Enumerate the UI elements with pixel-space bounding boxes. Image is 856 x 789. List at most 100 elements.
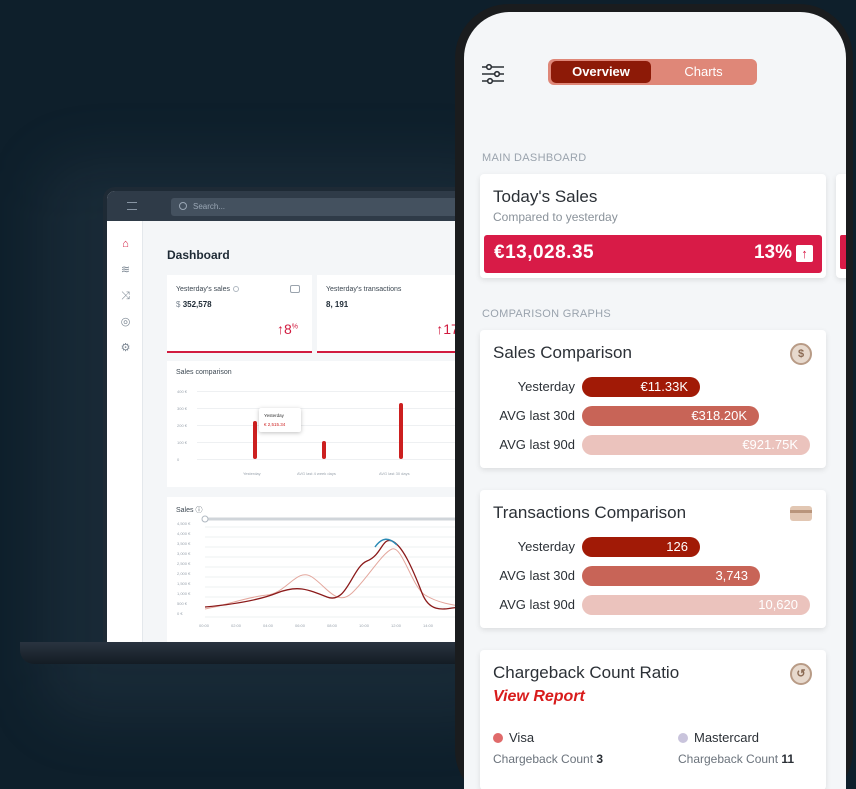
y-tick: 4,500 € xyxy=(177,521,191,526)
x-tick: 12:00 xyxy=(391,623,402,628)
search-icon xyxy=(179,202,187,210)
y-tick: 3,000 € xyxy=(177,551,191,556)
card-title: Today's Sales xyxy=(493,187,598,206)
section-label-main: MAIN DASHBOARD xyxy=(482,152,587,164)
menu-icon[interactable] xyxy=(127,202,137,210)
x-tick: 06:00 xyxy=(295,623,306,628)
visa-label: Visa xyxy=(509,730,535,745)
kpi-change: ↑8% xyxy=(276,321,298,337)
y-tick: 2,500 € xyxy=(177,561,191,566)
arrow-up-icon: ↑ xyxy=(796,245,813,262)
refund-coin-icon: ↺ xyxy=(790,663,812,685)
view-report-link[interactable]: View Report xyxy=(493,688,585,706)
x-label: AVG last 30 days xyxy=(379,471,410,476)
kpi-label: Yesterday's transactions xyxy=(326,286,402,293)
x-tick: 10:00 xyxy=(359,623,370,628)
bar-avg-30 xyxy=(399,403,403,459)
sales-amount: €13,028.35 xyxy=(494,242,595,263)
tab-overview[interactable]: Overview xyxy=(551,61,651,83)
filter-icon[interactable] xyxy=(481,62,505,86)
y-tick: 0 € xyxy=(177,611,183,616)
row-label: AVG last 90d xyxy=(499,437,575,452)
view-toggle: Overview Charts xyxy=(548,59,757,85)
peek-banner xyxy=(840,235,846,269)
cart-icon xyxy=(290,285,300,293)
card-title: Chargeback Count Ratio xyxy=(493,663,680,682)
sales-change: 13% xyxy=(753,242,792,263)
row-label: AVG last 30d xyxy=(499,568,575,583)
sales-panel: Sales ⓘ 4,500 € 4,000 € 3,500 € 3,000 € … xyxy=(167,497,473,642)
tab-charts[interactable]: Charts xyxy=(652,61,755,83)
sales-line-chart xyxy=(201,515,471,618)
sales-comparison-card[interactable]: Sales Comparison $ Yesterday €11.33K AVG… xyxy=(480,330,826,468)
visa-legend-dot xyxy=(493,733,503,743)
comparison-bar: €11.33K xyxy=(582,377,700,397)
y-tick: 1,000 € xyxy=(177,591,191,596)
grid-line xyxy=(197,459,473,460)
comparison-bar: €318.20K xyxy=(582,406,759,426)
card-title: Transactions Comparison xyxy=(493,503,687,522)
top-bar: Search... xyxy=(107,191,473,221)
x-label: Yesterday xyxy=(243,471,261,476)
y-tick: 0 xyxy=(177,457,180,462)
layers-icon[interactable]: ≋ xyxy=(120,265,131,276)
laptop-main: Dashboard Yesterday's sales $ 352,578 ↑8… xyxy=(143,221,473,642)
comparison-bar: 3,743 xyxy=(582,566,760,586)
x-tick: 02:00 xyxy=(231,623,242,628)
y-tick: 4,000 € xyxy=(177,531,191,536)
dollar-coin-icon: $ xyxy=(790,343,812,365)
phone-screen: Overview Charts MAIN DASHBOARD Today's S… xyxy=(464,12,846,789)
comparison-bar: €921.75K xyxy=(582,435,810,455)
gear-icon[interactable]: ⚙ xyxy=(120,343,131,354)
kpi-label: Yesterday's sales xyxy=(176,286,239,293)
transactions-comparison-card[interactable]: Transactions Comparison Yesterday 126 AV… xyxy=(480,490,826,628)
sidebar: ⌂ ≋ ⤨ ◎ ⚙ xyxy=(107,221,143,642)
card-title: Sales Comparison xyxy=(493,343,632,362)
search-input[interactable]: Search... xyxy=(171,198,473,216)
todays-sales-card[interactable]: Today's Sales Compared to yesterday €13,… xyxy=(480,174,826,278)
grid-line xyxy=(197,391,473,392)
sales-amount-banner: €13,028.35 13% ↑ xyxy=(484,235,822,273)
grid-line xyxy=(197,408,473,409)
credit-card-icon xyxy=(790,506,812,521)
row-label: AVG last 90d xyxy=(499,597,575,612)
x-tick: 00:00 xyxy=(199,623,210,628)
y-tick: 100 € xyxy=(177,440,188,445)
mastercard-chargeback-count: Chargeback Count 11 xyxy=(678,752,795,766)
x-label: AVG last 4 week days xyxy=(297,471,336,476)
grid-line xyxy=(197,425,473,426)
kpi-value: 8, 191 xyxy=(326,300,349,309)
comparison-bar: 126 xyxy=(582,537,700,557)
kpi-value: $ 352,578 xyxy=(176,300,212,309)
chargeback-card: Chargeback Count Ratio ↺ View Report Vis… xyxy=(480,650,826,789)
home-icon[interactable]: ⌂ xyxy=(120,239,131,250)
visa-chargeback-count: Chargeback Count 3 xyxy=(493,752,604,766)
sales-comparison-panel: Sales comparison 400 € 300 € 200 € 100 €… xyxy=(167,361,473,487)
search-placeholder: Search... xyxy=(193,202,226,211)
mastercard-label: Mastercard xyxy=(694,730,760,745)
row-label: Yesterday xyxy=(517,379,575,394)
row-label: AVG last 30d xyxy=(499,408,575,423)
section-label-graphs: COMPARISON GRAPHS xyxy=(482,308,611,320)
laptop-screen: Search... ⌂ ≋ ⤨ ◎ ⚙ Dashboard Yesterday'… xyxy=(107,191,473,642)
y-tick: 3,500 € xyxy=(177,541,191,546)
card-subtitle: Compared to yesterday xyxy=(493,210,618,224)
y-tick: 200 € xyxy=(177,423,188,428)
bar-avg-4-week xyxy=(322,441,326,459)
y-tick: 500 € xyxy=(177,601,188,606)
kpi-card-transactions: Yesterday's transactions 8, 191 ↑17% xyxy=(317,275,473,353)
laptop-base xyxy=(20,642,490,664)
page-title: Dashboard xyxy=(167,248,230,262)
kpi-card-sales: Yesterday's sales $ 352,578 ↑8% xyxy=(167,275,312,353)
bar-yesterday xyxy=(253,421,257,459)
y-tick: 300 € xyxy=(177,406,188,411)
chart-tooltip: Yesterday € 2,515.34 xyxy=(259,408,301,432)
shuffle-icon[interactable]: ⤨ xyxy=(120,291,131,302)
globe-icon[interactable]: ◎ xyxy=(120,317,131,328)
info-icon xyxy=(233,286,239,293)
row-label: Yesterday xyxy=(517,539,575,554)
y-tick: 1,500 € xyxy=(177,581,191,586)
next-card-peek[interactable] xyxy=(836,174,846,278)
comparison-bar: 10,620 xyxy=(582,595,810,615)
x-tick: 14:00 xyxy=(423,623,434,628)
